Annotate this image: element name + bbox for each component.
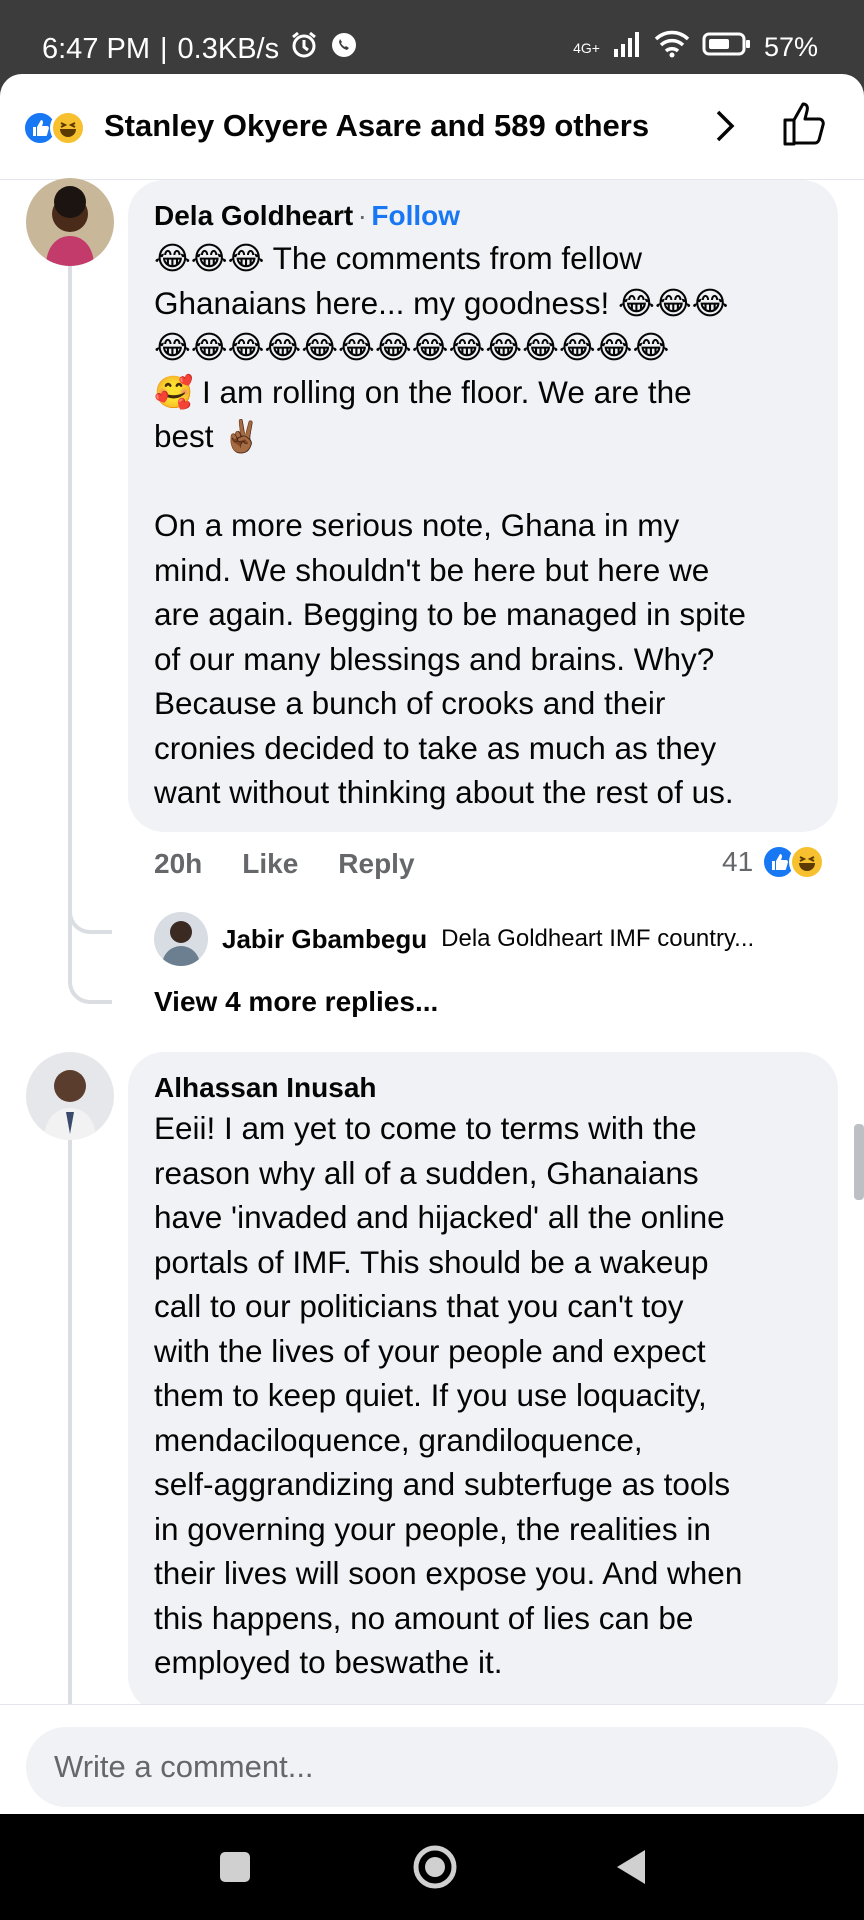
status-left: 6:47 PM | 0.3KB/s: [42, 30, 359, 68]
comment-input[interactable]: Write a comment...: [26, 1727, 838, 1807]
like-post-button[interactable]: [780, 100, 828, 153]
comment-bubble[interactable]: Alhassan Inusah Eeii! I am yet to come t…: [128, 1052, 838, 1712]
system-nav-bar: [0, 1814, 864, 1920]
reactions-summary[interactable]: Stanley Okyere Asare and 589 others: [104, 108, 649, 144]
reaction-icons: [22, 110, 86, 146]
comment-input-placeholder: Write a comment...: [54, 1749, 314, 1784]
reply-author: Jabir Gbambegu: [222, 923, 428, 954]
comment-reactions[interactable]: 41: [722, 844, 826, 880]
comment-author[interactable]: Dela Goldheart: [154, 200, 353, 231]
comment-author[interactable]: Alhassan Inusah: [154, 1072, 377, 1103]
scrollbar[interactable]: [854, 1124, 864, 1200]
battery-icon: [702, 31, 752, 64]
like-button[interactable]: Like: [242, 848, 298, 880]
status-speed: 0.3KB/s: [177, 32, 280, 65]
status-right: 4G+ 57%: [573, 30, 818, 65]
thread-line: [68, 228, 72, 868]
chevron-right-icon[interactable]: [712, 106, 740, 151]
wifi-icon: [654, 30, 690, 65]
reaction-count: 41: [722, 846, 754, 877]
haha-reaction-icon: [50, 110, 86, 146]
signal-icon: [612, 31, 642, 64]
comments-sheet: Stanley Okyere Asare and 589 others Dela…: [0, 74, 864, 1814]
comment-composer: Write a comment...: [0, 1704, 864, 1814]
home-button[interactable]: [400, 1814, 470, 1920]
reply-text: Dela Goldheart IMF country...: [441, 925, 755, 952]
reactions-header[interactable]: Stanley Okyere Asare and 589 others: [0, 74, 864, 180]
comment-bubble[interactable]: Dela Goldheart · Follow 😂😂😂 The comments…: [128, 180, 838, 832]
status-time: 6:47 PM: [42, 32, 150, 65]
network-label: 4G+: [573, 39, 600, 56]
avatar[interactable]: [26, 1052, 114, 1140]
alarm-icon: [289, 30, 319, 68]
comment-text: 😂😂😂 The comments from fellow Ghanaians h…: [154, 240, 746, 810]
status-bar: 6:47 PM | 0.3KB/s 4G+ 57%: [0, 0, 864, 74]
back-button[interactable]: [596, 1814, 666, 1920]
thread-line: [68, 1140, 72, 1740]
avatar: [154, 912, 208, 966]
follow-button[interactable]: Follow: [371, 200, 460, 231]
whatsapp-icon: [329, 30, 359, 68]
comment-text: Eeii! I am yet to come to terms with the…: [154, 1110, 743, 1680]
thread-branch: [68, 914, 112, 1004]
separator-dot: ·: [357, 200, 367, 231]
status-separator: |: [160, 32, 168, 65]
reply-button[interactable]: Reply: [338, 848, 414, 880]
haha-reaction-icon: [789, 844, 826, 880]
network-icon: 4G+: [573, 41, 600, 55]
comment-actions: 20h Like Reply: [154, 848, 415, 880]
recents-button[interactable]: [200, 1814, 270, 1920]
battery-percent: 57%: [763, 32, 818, 62]
avatar[interactable]: [26, 178, 114, 266]
comment-time: 20h: [154, 848, 203, 879]
reply-preview[interactable]: Jabir Gbambegu Dela Goldheart IMF countr…: [154, 912, 754, 966]
view-more-replies-link[interactable]: View 4 more replies...: [154, 986, 438, 1018]
